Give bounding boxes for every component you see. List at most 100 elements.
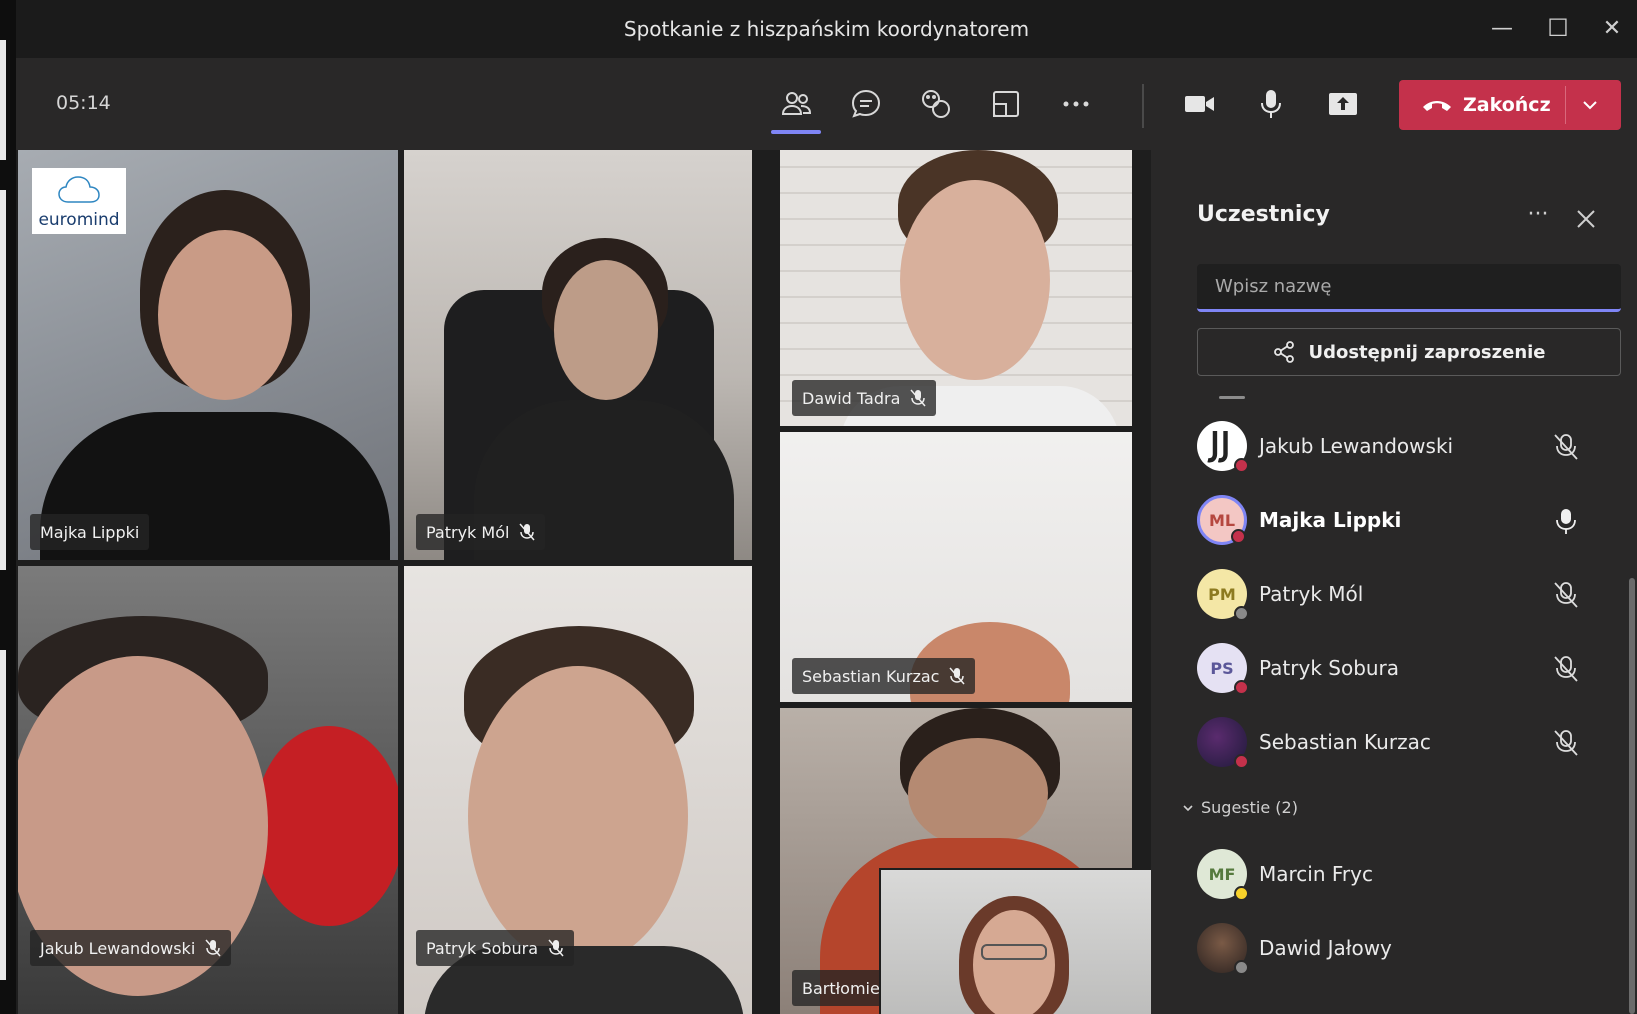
close-window-button[interactable]: ✕ (1592, 10, 1632, 46)
breakout-rooms-icon[interactable] (983, 82, 1029, 126)
tile-name-tag: Dawid Tadra (792, 380, 937, 416)
edge-strip (0, 190, 6, 570)
person-face (158, 230, 292, 400)
suggestion-row[interactable]: Dawid Jałowy (1197, 920, 1597, 976)
mic-muted-icon (548, 939, 564, 957)
cloud-logo-icon (58, 176, 100, 203)
tile-name-tag: Patryk Sobura (416, 930, 575, 966)
scrolled-item-fragment (1219, 396, 1245, 399)
red-pillow (254, 726, 398, 926)
mic-muted-icon (205, 939, 221, 957)
mic-muted-icon[interactable] (1551, 728, 1581, 758)
avatar: PS (1197, 643, 1249, 695)
microphone-icon[interactable] (1248, 82, 1294, 126)
camera-icon[interactable] (1176, 82, 1222, 126)
suggestions-label: Sugestie (2) (1201, 798, 1298, 817)
tile-name-tag: Majka Lippki (30, 514, 150, 550)
tile-name-tag: Bartłomie (792, 970, 890, 1006)
chat-icon[interactable] (843, 82, 889, 126)
share-screen-icon[interactable] (1320, 82, 1366, 126)
person-face (468, 666, 688, 966)
chevron-down-icon[interactable] (1579, 94, 1601, 116)
avatar-initials: MF (1208, 864, 1236, 884)
microphone-icon[interactable] (1551, 506, 1581, 536)
close-icon[interactable] (1569, 202, 1603, 236)
avatar (1197, 421, 1249, 473)
tile-name-tag: Sebastian Kurzac (792, 658, 976, 694)
video-tile[interactable]: Patryk Mól (404, 150, 752, 560)
end-call-label: Zakończ (1463, 94, 1551, 116)
suggestions-section-header[interactable]: Sugestie (2) (1181, 798, 1298, 817)
minimize-button[interactable]: — (1482, 10, 1522, 46)
avatar: ML (1197, 495, 1247, 545)
maximize-button[interactable]: ☐ (1538, 10, 1578, 46)
end-call-divider (1565, 86, 1566, 124)
participant-row[interactable]: ML Majka Lippki (1197, 492, 1597, 548)
participant-name: Patryk Sobura (1259, 656, 1400, 680)
title-bar: Spotkanie z hiszpańskim koordynatorem — … (16, 0, 1637, 58)
avatar: MF (1197, 849, 1249, 901)
participant-row[interactable]: PS Patryk Sobura (1197, 640, 1597, 696)
participant-name: Jakub Lewandowski (40, 938, 196, 958)
video-tile[interactable]: euromind Majka Lippki (18, 150, 398, 560)
participant-search (1197, 264, 1621, 312)
panel-title: Uczestnicy (1197, 202, 1330, 227)
status-away-dot (1234, 886, 1249, 901)
reactions-icon[interactable] (913, 82, 959, 126)
status-offline-dot (1234, 606, 1249, 621)
avatar: PM (1197, 569, 1249, 621)
video-tile[interactable]: Sebastian Kurzac (780, 432, 1132, 702)
avatar-initials: PS (1210, 658, 1234, 678)
mic-muted-icon (519, 523, 536, 541)
end-call-button[interactable]: Zakończ (1399, 80, 1621, 130)
window-title: Spotkanie z hiszpańskim koordynatorem (623, 17, 1030, 41)
status-busy-dot (1234, 458, 1249, 473)
participant-name: Majka Lippki (40, 522, 140, 542)
avatar-initials: ML (1208, 510, 1236, 530)
tile-name-tag: Jakub Lewandowski (30, 930, 232, 966)
avatar (1197, 717, 1249, 769)
status-offline-dot (1234, 960, 1249, 975)
chevron-down-icon (1183, 804, 1193, 811)
teams-meeting-window: Spotkanie z hiszpańskim koordynatorem — … (16, 0, 1637, 1014)
participant-name: Sebastian Kurzac (802, 666, 940, 686)
person-face (900, 180, 1050, 380)
share-invite-label: Udostępnij zaproszenie (1308, 341, 1546, 363)
participant-name: Patryk Mól (426, 522, 510, 542)
edge-strip (0, 650, 6, 980)
active-tab-indicator (771, 130, 821, 134)
panel-scrollbar[interactable] (1629, 578, 1635, 1014)
video-tile[interactable]: Patryk Sobura (404, 566, 752, 1014)
mic-muted-icon (910, 389, 926, 407)
participant-name: Marcin Fryc (1259, 862, 1373, 886)
avatar-initials: PM (1208, 584, 1236, 604)
meeting-timer: 05:14 (56, 92, 111, 114)
euromind-logo: euromind (32, 168, 126, 234)
self-view-tile[interactable] (879, 868, 1151, 1014)
video-tile[interactable]: Jakub Lewandowski (18, 566, 398, 1014)
mic-muted-icon[interactable] (1551, 580, 1581, 610)
hang-up-icon (1423, 101, 1451, 111)
logo-text: euromind (38, 210, 120, 230)
participant-name: Bartłomie (802, 978, 880, 998)
share-icon (1274, 341, 1295, 363)
more-options-icon[interactable] (1053, 82, 1099, 126)
mic-muted-icon[interactable] (1551, 432, 1581, 462)
share-invite-button[interactable]: Udostępnij zaproszenie (1197, 328, 1621, 376)
suggestion-row[interactable]: MF Marcin Fryc (1197, 846, 1597, 902)
participant-row[interactable]: PM Patryk Mól (1197, 566, 1597, 622)
mic-muted-icon[interactable] (1551, 654, 1581, 684)
participant-row[interactable]: Sebastian Kurzac (1197, 714, 1597, 770)
participant-name: Dawid Tadra (802, 388, 901, 408)
glasses (981, 944, 1047, 960)
panel-more-button[interactable]: ··· (1521, 202, 1555, 232)
video-grid: euromind Majka Lippki Patryk Mól Dawid T… (16, 150, 1151, 1014)
people-icon[interactable] (773, 82, 819, 126)
video-tile[interactable]: Dawid Tadra (780, 150, 1132, 426)
participant-name: Majka Lippki (1259, 508, 1402, 532)
background-window-edge (0, 0, 16, 1014)
search-input[interactable] (1197, 264, 1621, 308)
participant-name: Patryk Sobura (426, 938, 539, 958)
participant-row[interactable]: Jakub Lewandowski (1197, 418, 1597, 474)
status-busy-dot (1231, 529, 1246, 544)
